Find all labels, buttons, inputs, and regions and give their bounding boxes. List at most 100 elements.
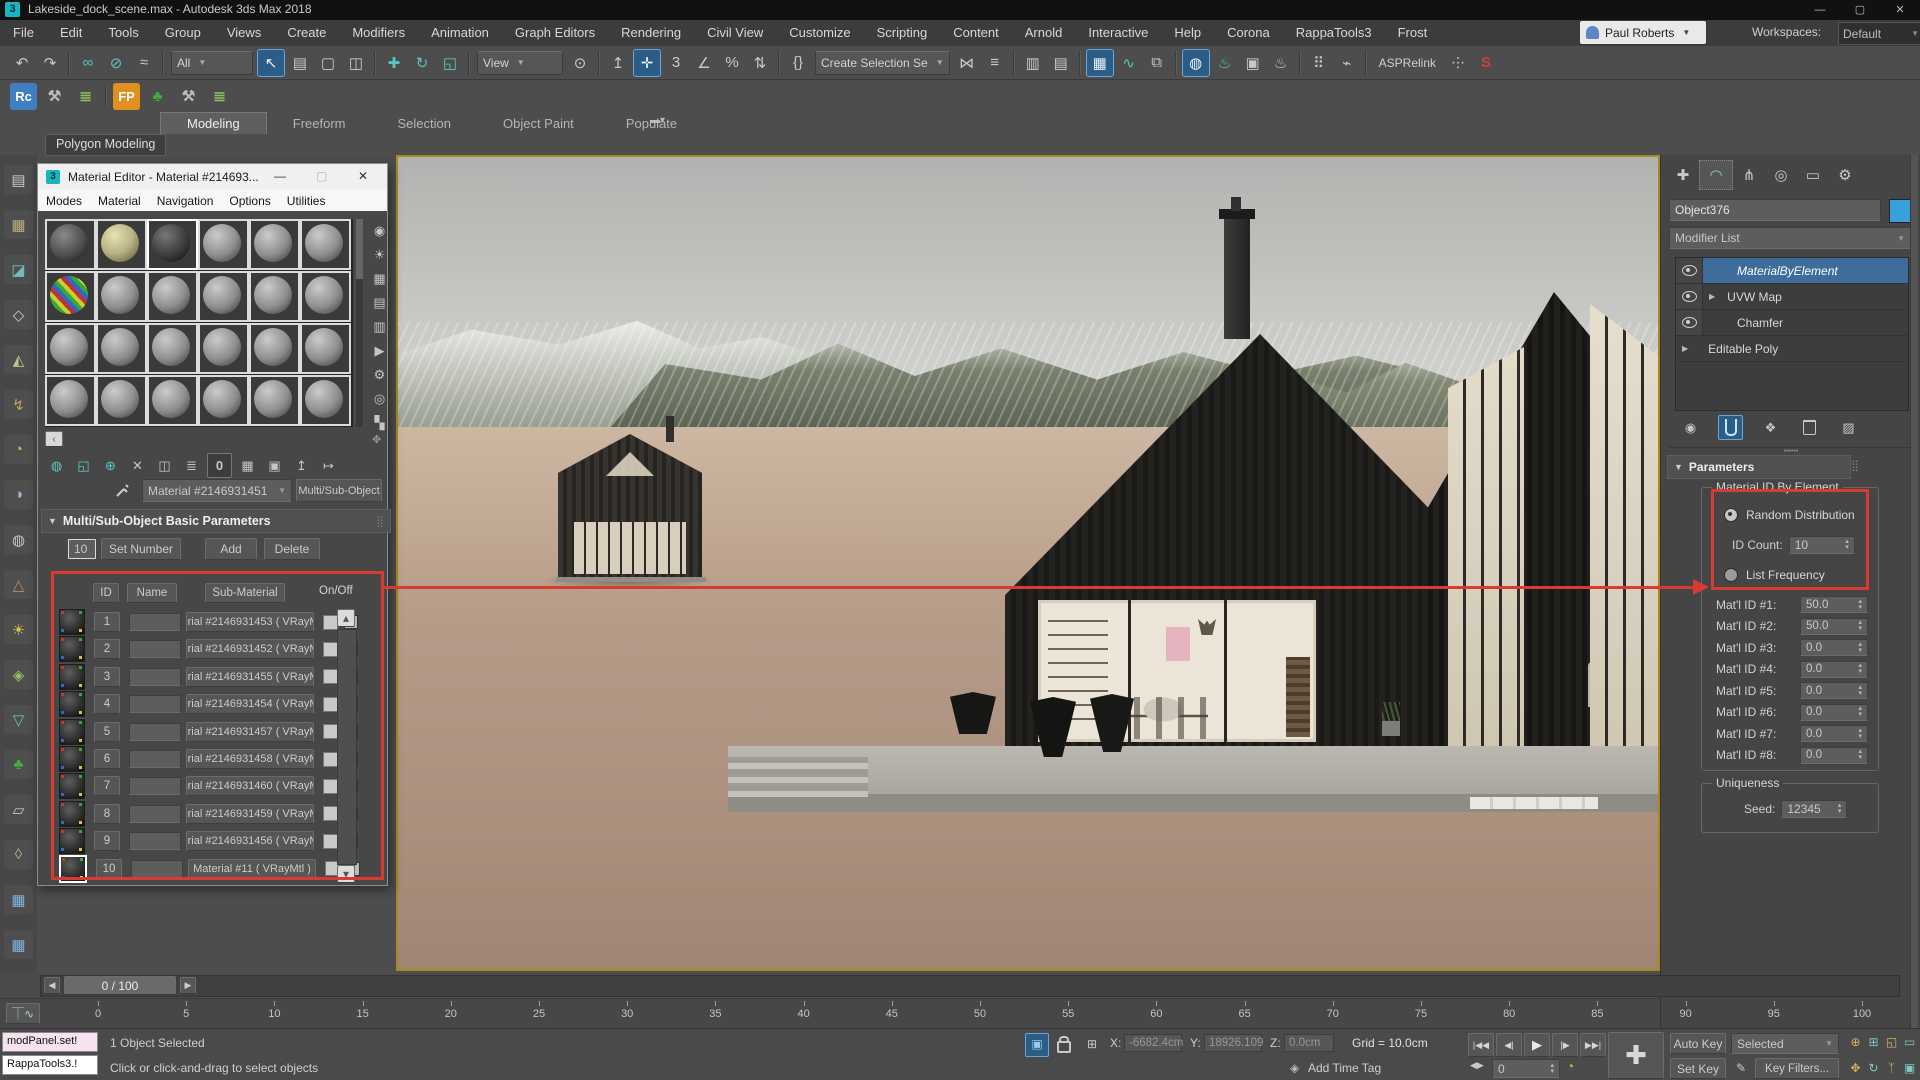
- toggle-scene-explorer-icon[interactable]: ▥: [1020, 50, 1046, 76]
- material-sample-slot[interactable]: [147, 219, 198, 270]
- panel-splitter[interactable]: ••••••: [1669, 447, 1913, 455]
- me-menu-options[interactable]: Options: [229, 194, 270, 208]
- rendered-frame-window-icon[interactable]: ▣: [1240, 50, 1266, 76]
- matl-id-field[interactable]: 0.0▴▾: [1800, 704, 1868, 721]
- settings-list-icon[interactable]: ≣: [72, 83, 99, 110]
- auto-key-button[interactable]: Auto Key: [1670, 1033, 1726, 1054]
- maxscript-listener-white[interactable]: RappaTools3.!: [2, 1055, 98, 1075]
- spinner-icon[interactable]: ▴▾: [1858, 620, 1862, 632]
- named-selection-sets-dropdown[interactable]: Create Selection Se▼: [815, 51, 950, 75]
- put-to-library-icon[interactable]: ≣: [180, 454, 203, 477]
- settings-list-2-icon[interactable]: ≣: [206, 83, 233, 110]
- track-bar[interactable]: ⏉∿ 0510152025303540455055606570758085909…: [0, 998, 1660, 1030]
- modifier-list-dropdown[interactable]: Modifier List ▼: [1669, 227, 1911, 249]
- video-color-check-icon[interactable]: ▥: [368, 315, 391, 338]
- align-icon[interactable]: ≡: [982, 50, 1008, 76]
- ribbon-tab-selection[interactable]: Selection: [372, 113, 477, 134]
- menu-frost[interactable]: Frost: [1385, 20, 1441, 46]
- make-preview-icon[interactable]: ▶: [368, 339, 391, 362]
- add-button[interactable]: Add: [205, 538, 257, 560]
- material-sample-slot[interactable]: [249, 219, 300, 270]
- ribbon-tab-modeling[interactable]: Modeling: [160, 112, 267, 134]
- material-type-button[interactable]: Multi/Sub-Object: [296, 479, 382, 502]
- panel-tab-hierarchy[interactable]: ⋔: [1733, 161, 1765, 189]
- selection-lock-icon[interactable]: [1053, 1033, 1075, 1055]
- put-material-to-scene-icon[interactable]: ◱: [72, 454, 95, 477]
- remove-modifier-icon[interactable]: [1798, 416, 1821, 439]
- visibility-eye-icon[interactable]: [1676, 284, 1703, 309]
- menu-customize[interactable]: Customize: [776, 20, 863, 46]
- show-end-result-toggle-icon[interactable]: [1718, 415, 1743, 440]
- close-icon[interactable]: ✕: [358, 169, 368, 183]
- material-sample-slot[interactable]: [96, 219, 147, 270]
- material-sample-slot[interactable]: [45, 323, 96, 374]
- key-filters-button[interactable]: Key Filters...: [1755, 1058, 1839, 1079]
- spinner-icon[interactable]: ▴▾: [1858, 728, 1862, 740]
- slider-next-icon[interactable]: ▶: [180, 977, 196, 994]
- background-icon[interactable]: ▦: [368, 267, 391, 290]
- reset-map-icon[interactable]: ✕: [126, 454, 149, 477]
- layers-tool-icon[interactable]: ▦: [4, 210, 33, 239]
- material-sample-slot[interactable]: [249, 375, 300, 426]
- maxscript-listener-pink[interactable]: modPanel.set!: [2, 1032, 98, 1052]
- material-name-dropdown[interactable]: Material #2146931451 ▼: [142, 479, 292, 502]
- x-coordinate-field[interactable]: -6682.4cm: [1124, 1034, 1182, 1052]
- spinner-icon[interactable]: ▴▾: [1858, 706, 1862, 718]
- menu-rendering[interactable]: Rendering: [608, 20, 694, 46]
- minimize-icon[interactable]: —: [1800, 0, 1840, 20]
- spinner-icon[interactable]: ▴▾: [1858, 642, 1862, 654]
- undo-icon[interactable]: ↶: [9, 50, 35, 76]
- maximize-icon[interactable]: ▢: [1840, 0, 1880, 20]
- sample-uv-tiling-icon[interactable]: ▤: [368, 291, 391, 314]
- select-and-place-icon[interactable]: ↥: [605, 50, 631, 76]
- menu-file[interactable]: File: [0, 20, 47, 46]
- slider-prev-icon[interactable]: ◀: [44, 977, 60, 994]
- user-account-menu[interactable]: Paul Roberts ▼: [1580, 21, 1706, 44]
- select-by-material-icon[interactable]: ◎: [368, 387, 391, 410]
- set-keyframe-icon[interactable]: ✚: [1608, 1032, 1664, 1079]
- menu-edit[interactable]: Edit: [47, 20, 95, 46]
- shape-tool-icon[interactable]: ◍: [4, 525, 33, 554]
- play-icon[interactable]: ▶: [1524, 1033, 1550, 1057]
- zoom-all-icon[interactable]: ⊞: [1865, 1033, 1882, 1050]
- curve-editor-icon[interactable]: ∿: [1116, 50, 1142, 76]
- select-and-move-icon[interactable]: ✚: [381, 50, 407, 76]
- show-map-in-viewport-icon[interactable]: ▦: [236, 454, 259, 477]
- material-sample-slot[interactable]: [96, 375, 147, 426]
- material-editor-titlebar[interactable]: 3 Material Editor - Material #214693... …: [38, 164, 387, 190]
- me-menu-material[interactable]: Material: [98, 194, 141, 208]
- geometry-tool-icon[interactable]: ◭: [4, 345, 33, 374]
- select-and-rotate-icon[interactable]: ↻: [409, 50, 435, 76]
- close-icon[interactable]: ✕: [1880, 0, 1920, 20]
- material-id-channel-icon[interactable]: 0: [207, 453, 232, 478]
- walk-through-icon[interactable]: ᛉ: [1883, 1059, 1900, 1076]
- visibility-eye-icon[interactable]: [1676, 310, 1703, 335]
- next-frame-icon[interactable]: |▶: [1552, 1033, 1578, 1057]
- asprelink-button[interactable]: ASPRelink: [1379, 56, 1436, 70]
- assign-material-to-selection-icon[interactable]: ⊕: [99, 454, 122, 477]
- matl-id-field[interactable]: 50.0▴▾: [1800, 596, 1868, 613]
- configure-modifier-sets-icon[interactable]: ▨: [1837, 416, 1860, 439]
- material-map-navigator-icon[interactable]: ▚: [368, 411, 391, 434]
- ribbon-tab-object-paint[interactable]: Object Paint: [477, 113, 600, 134]
- maximize-viewport-icon[interactable]: ▣: [1901, 1059, 1918, 1076]
- zoom-region-icon[interactable]: ▭: [1901, 1033, 1918, 1050]
- key-mode-dropdown[interactable]: Selected ▼: [1731, 1033, 1839, 1054]
- bind-to-space-warp-icon[interactable]: ≈: [131, 50, 157, 76]
- material-sample-slot[interactable]: [198, 219, 249, 270]
- material-sample-slot[interactable]: [45, 271, 96, 322]
- sample-scrollbar[interactable]: [356, 219, 363, 427]
- me-menu-modes[interactable]: Modes: [46, 194, 82, 208]
- material-sample-slot[interactable]: [96, 271, 147, 322]
- me-menu-navigation[interactable]: Navigation: [157, 194, 214, 208]
- menu-scripting[interactable]: Scripting: [864, 20, 941, 46]
- schematic-view-icon[interactable]: ⧉: [1144, 50, 1170, 76]
- forest-tree-icon[interactable]: ♣: [144, 83, 171, 110]
- select-by-name-icon[interactable]: ▤: [287, 50, 313, 76]
- modify-tool-icon[interactable]: ↯: [4, 390, 33, 419]
- menu-content[interactable]: Content: [940, 20, 1012, 46]
- cone-tool-icon[interactable]: △: [4, 570, 33, 599]
- select-object-icon[interactable]: ↖: [257, 49, 285, 77]
- snaps-toggle-icon[interactable]: 3: [663, 50, 689, 76]
- panel-tab-display[interactable]: ▭: [1797, 161, 1829, 189]
